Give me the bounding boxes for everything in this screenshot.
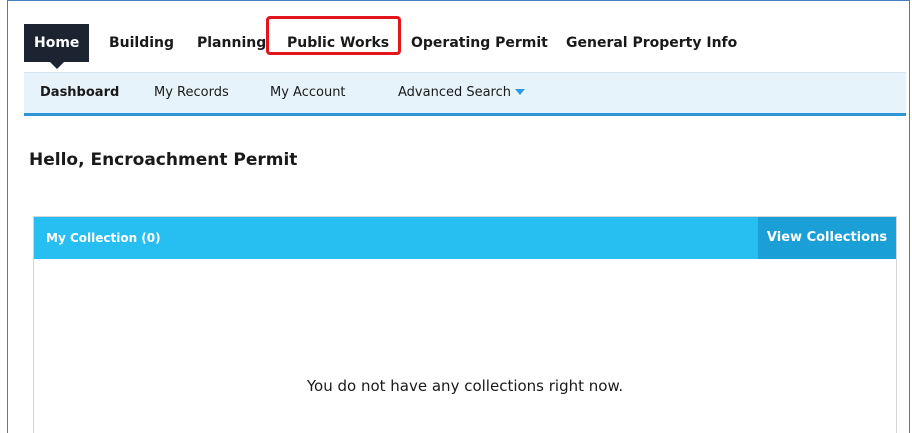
topnav-home[interactable]: Home <box>24 24 90 69</box>
topnav-home-label: Home <box>34 35 80 51</box>
subnav-my-records[interactable]: My Records <box>154 73 229 113</box>
sub-navigation: Dashboard My Records My Account Advanced… <box>24 72 906 116</box>
chevron-down-icon <box>515 89 526 95</box>
page-greeting: Hello, Encroachment Permit <box>29 150 298 170</box>
subnav-my-account[interactable]: My Account <box>270 73 346 113</box>
public-works-highlight <box>266 16 401 55</box>
topnav-general-property-info[interactable]: General Property Info <box>566 24 737 62</box>
active-tab-caret-icon <box>48 61 65 69</box>
subnav-dashboard[interactable]: Dashboard <box>40 73 119 113</box>
collection-panel-title: My Collection (0) <box>46 231 161 245</box>
top-navigation: Home Building Planning Public Works Oper… <box>24 24 906 70</box>
collection-panel-header: My Collection (0) View Collections <box>34 217 896 259</box>
topnav-building[interactable]: Building <box>109 24 174 62</box>
topnav-planning[interactable]: Planning <box>197 24 266 62</box>
collections-empty-message: You do not have any collections right no… <box>306 377 624 395</box>
view-collections-button[interactable]: View Collections <box>758 217 896 259</box>
topnav-operating-permit[interactable]: Operating Permit <box>411 24 548 62</box>
advanced-search-label: Advanced Search <box>398 85 512 100</box>
collection-panel: My Collection (0) View Collections You d… <box>33 216 897 433</box>
subnav-advanced-search[interactable]: Advanced Search <box>398 73 526 113</box>
